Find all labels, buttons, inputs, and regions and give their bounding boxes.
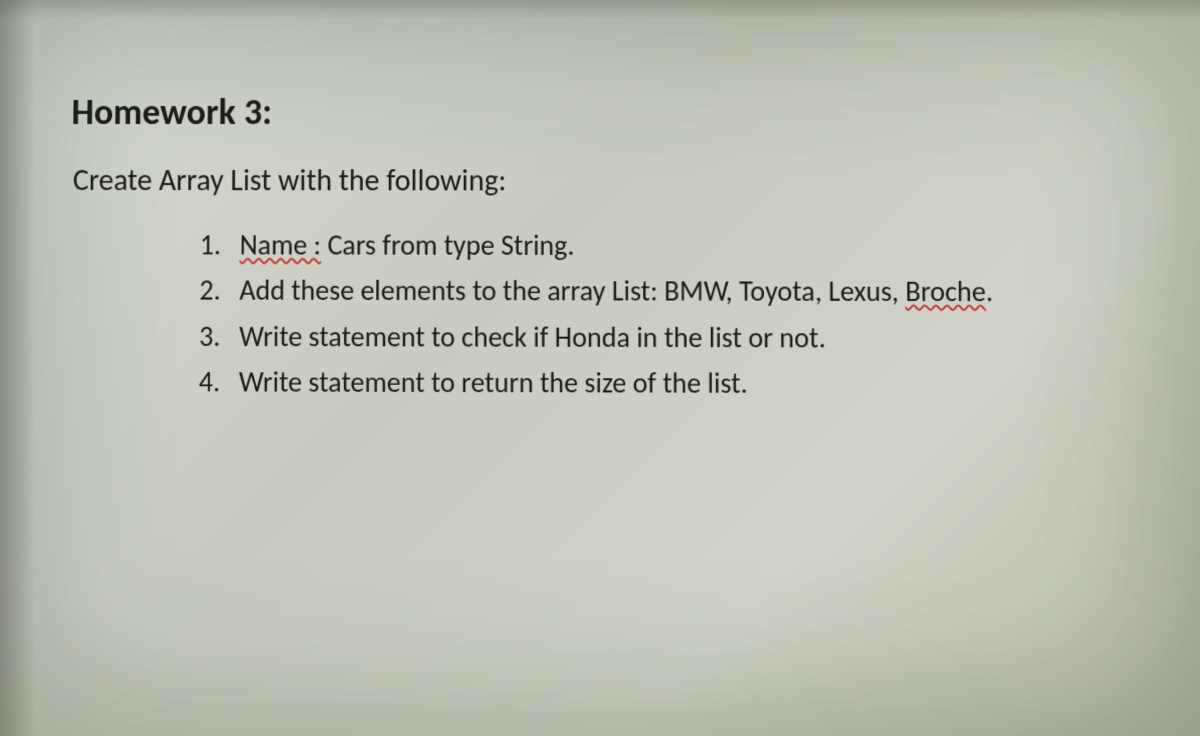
- spellcheck-underline: Name :: [240, 227, 322, 262]
- list-item-text: Write statement to return the size of th…: [239, 364, 748, 401]
- homework-title: Homework 3:: [71, 90, 1133, 135]
- list-item-text: Write statement to check if Honda in the…: [239, 319, 826, 356]
- list-item-text: Cars from type String.: [321, 227, 574, 263]
- homework-subtitle: Create Array List with the following:: [71, 162, 1135, 200]
- spellcheck-underline: Broche: [905, 274, 986, 310]
- list-item-text: Add these elements to the array List: BM…: [239, 273, 905, 310]
- homework-list: Name : Cars from type String. Add these …: [69, 223, 1136, 407]
- list-item: Write statement to return the size of th…: [199, 360, 1137, 407]
- list-item: Write statement to check if Honda in the…: [199, 314, 1136, 360]
- document-page: Homework 3: Create Array List with the f…: [0, 0, 1200, 450]
- list-item: Name : Cars from type String.: [200, 223, 1135, 268]
- list-item: Add these elements to the array List: BM…: [199, 269, 1135, 315]
- list-item-text: .: [986, 274, 993, 309]
